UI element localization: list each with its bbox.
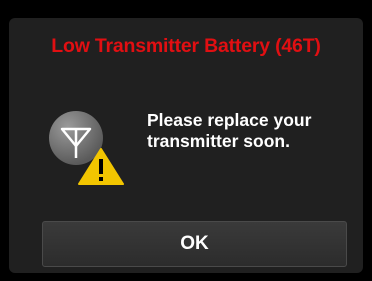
alert-message: Please replace your transmitter soon. <box>147 110 347 152</box>
alert-screen: Low Transmitter Battery (46T) Please rep… <box>9 18 363 273</box>
alert-title: Low Transmitter Battery (46T) <box>51 35 321 57</box>
alert-message-line1: Please replace your <box>147 110 312 130</box>
alert-message-line2: transmitter soon. <box>147 131 290 151</box>
transmitter-warning-icon <box>48 106 124 186</box>
ok-button[interactable]: OK <box>42 221 347 267</box>
